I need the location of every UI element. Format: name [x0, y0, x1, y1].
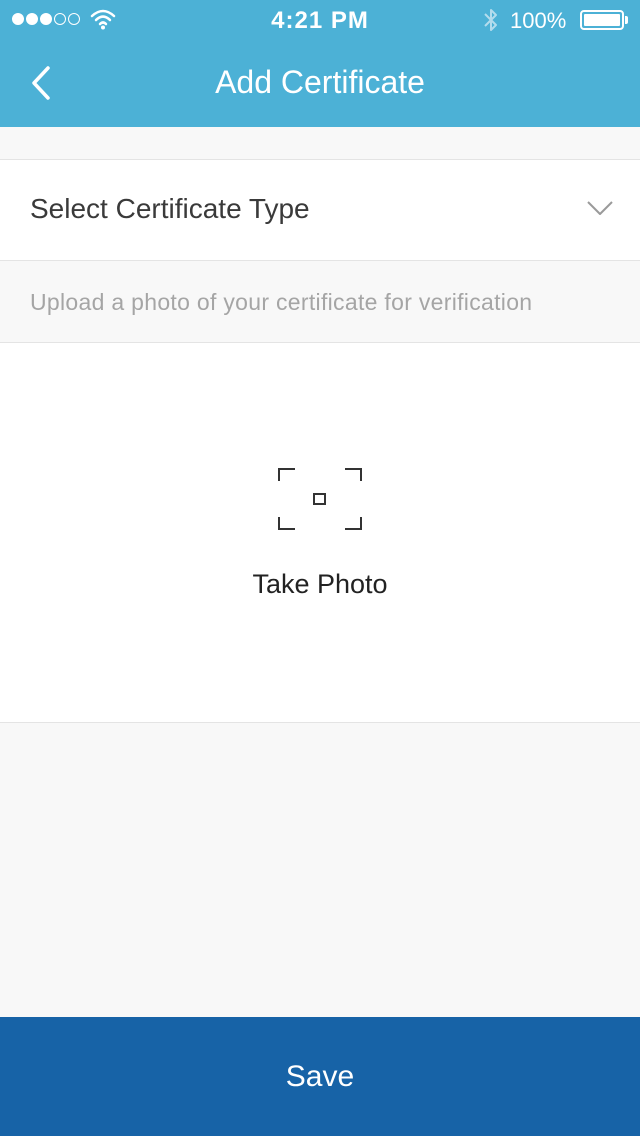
take-photo-area[interactable]: Take Photo: [0, 342, 640, 723]
certificate-type-label: Select Certificate Type: [30, 193, 310, 224]
battery-icon: [580, 10, 624, 30]
battery-percent: 100%: [510, 8, 567, 33]
battery-tip: [625, 16, 628, 24]
upload-hint: Upload a photo of your certificate for v…: [30, 289, 533, 315]
camera-frame-icon: [278, 468, 362, 530]
screen: 4:21 PM 100% Add Certificate Select Cert…: [0, 0, 640, 1136]
chevron-down-icon: [587, 201, 613, 215]
nav-bar: Add Certificate: [0, 40, 640, 127]
certificate-type-select[interactable]: Select Certificate Type: [0, 159, 640, 261]
header: 4:21 PM 100% Add Certificate: [0, 0, 640, 127]
bluetooth-icon: [484, 9, 497, 31]
save-button[interactable]: Save: [0, 1017, 640, 1136]
status-bar: 4:21 PM 100%: [0, 0, 640, 40]
page-title: Add Certificate: [215, 64, 425, 100]
take-photo-label: Take Photo: [252, 569, 388, 599]
